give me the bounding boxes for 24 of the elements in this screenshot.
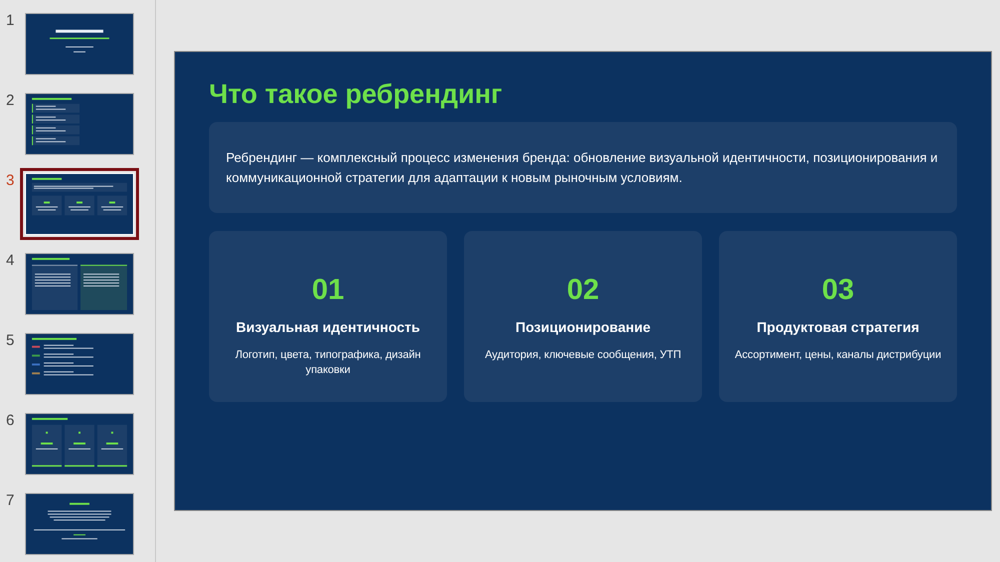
card-number: 01 bbox=[312, 275, 344, 308]
definition-panel: Ребрендинг — комплексный процесс изменения бренда: обновление визуальной идентичности, позиционирования и коммуникационной стратегии для адаптации к новым рыночным условиям. bbox=[209, 122, 957, 214]
slide-title: Что такое ребрендинг bbox=[209, 78, 504, 110]
slide-number: 1 bbox=[5, 13, 16, 28]
card-description: Аудитория, ключевые сообщения, УТП bbox=[484, 348, 682, 363]
card-heading: Позиционирование bbox=[514, 318, 652, 338]
slide-thumbnail[interactable] bbox=[25, 333, 134, 395]
slide-thumbnail[interactable] bbox=[25, 253, 134, 315]
slide-number: 3 bbox=[5, 173, 16, 188]
slide-number: 5 bbox=[5, 333, 16, 348]
slide-thumbnail[interactable] bbox=[25, 493, 134, 555]
card-heading: Визуальная идентичность bbox=[235, 318, 421, 338]
card-number: 03 bbox=[822, 275, 854, 308]
card-description: Ассортимент, цены, каналы дистрибуции bbox=[734, 348, 942, 363]
card-number: 02 bbox=[566, 275, 600, 308]
slide-number: 7 bbox=[5, 493, 16, 508]
slide-thumbnail[interactable] bbox=[25, 13, 134, 75]
slide-number: 4 bbox=[5, 253, 16, 268]
slide-thumbnail[interactable] bbox=[25, 413, 134, 475]
slide-number: 6 bbox=[5, 413, 16, 428]
slide-number: 2 bbox=[5, 93, 16, 108]
card-heading: Продуктовая стратегия bbox=[756, 318, 920, 338]
card-description: Логотип, цвета, типографика, дизайн упаковки bbox=[234, 348, 422, 377]
slide-thumbnail[interactable] bbox=[25, 93, 134, 155]
